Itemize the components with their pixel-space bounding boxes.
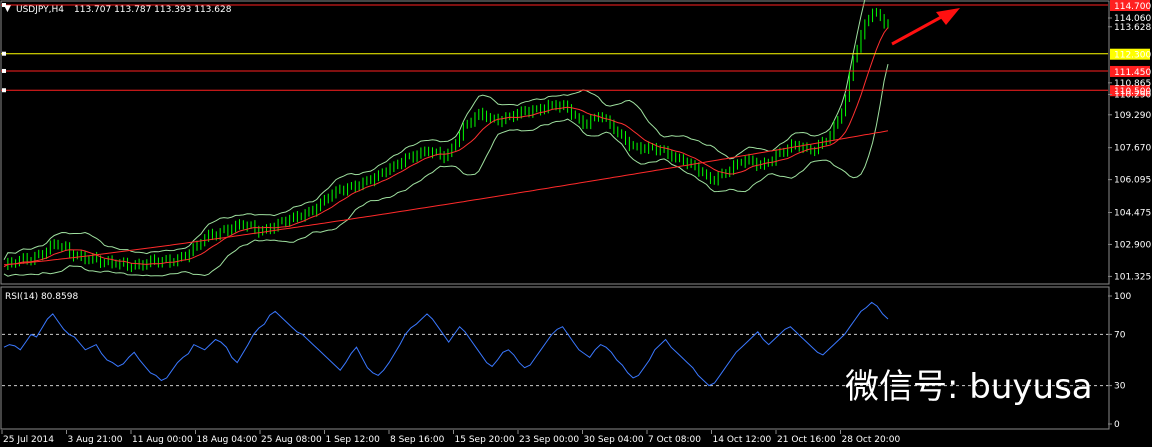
moving-averages — [3, 27, 889, 268]
rsi-line — [3, 301, 889, 387]
time-tick-label: 18 Aug 04:00 — [197, 435, 258, 445]
price-tick-label: 110.865 — [1114, 79, 1151, 89]
symbol-timeframe: USDJPY,H4 — [16, 5, 64, 15]
rsi-tick-label: 30 — [1114, 382, 1126, 392]
time-tick-label: 21 Oct 16:00 — [777, 435, 836, 445]
rsi-layer: 100 70 30 0 — [2, 292, 1131, 430]
price-panel — [0, 0, 1110, 285]
level-price-label: 111.450 — [1114, 68, 1151, 78]
price-tick-label: 101.325 — [1114, 272, 1151, 282]
price-tick-label: 102.900 — [1114, 240, 1151, 250]
rsi-panel — [0, 286, 1110, 430]
time-tick-label: 3 Aug 21:00 — [68, 435, 123, 445]
watermark: 微信号: buyusa — [845, 367, 1093, 407]
level-price-label: 114.700 — [1114, 2, 1151, 12]
ohlc-values: 113.707 113.787 113.393 113.628 — [74, 5, 232, 15]
time-tick-label: 25 Aug 08:00 — [261, 435, 322, 445]
time-tick-label: 14 Oct 12:00 — [713, 435, 772, 445]
time-tick-label: 25 Jul 2014 — [3, 435, 54, 445]
time-tick-label: 30 Sep 04:00 — [584, 435, 644, 445]
time-tick-label: 15 Sep 20:00 — [455, 435, 515, 445]
level-handle — [2, 88, 6, 93]
time-tick-label: 1 Sep 12:00 — [326, 435, 381, 445]
candlesticks — [7, 7, 889, 273]
price-tick-label: 107.670 — [1114, 144, 1151, 154]
chart-canvas: 114.700112.300111.450110.500 10070300 11… — [0, 0, 1151, 445]
price-tick-label: 109.290 — [1114, 111, 1151, 121]
ma-fast-line — [3, 27, 889, 268]
price-tick-label: 113.628 — [1114, 23, 1151, 33]
rsi-header: RSI(14) 80.8598 — [5, 292, 78, 302]
level-handle — [2, 68, 6, 73]
trend-arrow-icon — [891, 8, 960, 46]
time-tick-label: 23 Sep 00:00 — [519, 435, 579, 445]
price-tick-label: 110.290 — [1114, 90, 1151, 100]
time-axis: 25 Jul 2014 3 Aug 21:00 11 Aug 00:00 18 Aug… — [1, 430, 901, 445]
chart-collapse-icon[interactable]: ▼ — [4, 4, 11, 14]
time-tick-label: 11 Aug 00:00 — [132, 435, 193, 445]
time-tick-label: 8 Sep 16:00 — [390, 435, 445, 445]
rsi-tick-label: 100 — [1114, 292, 1131, 302]
time-tick-label: 28 Oct 20:00 — [842, 435, 901, 445]
price-tick-label: 104.475 — [1114, 208, 1151, 218]
time-tick-label: 7 Oct 08:00 — [648, 435, 701, 445]
bollinger-bands — [3, 0, 889, 277]
bollinger-upper — [3, 0, 866, 260]
level-handle — [2, 51, 6, 56]
bollinger-lower — [3, 63, 889, 277]
ma-slow-line — [3, 130, 889, 266]
price-tick-label: 106.095 — [1114, 176, 1151, 186]
rsi-tick-label: 70 — [1114, 330, 1126, 340]
rsi-tick-label: 0 — [1114, 420, 1120, 430]
level-price-label: 112.300 — [1114, 51, 1151, 61]
